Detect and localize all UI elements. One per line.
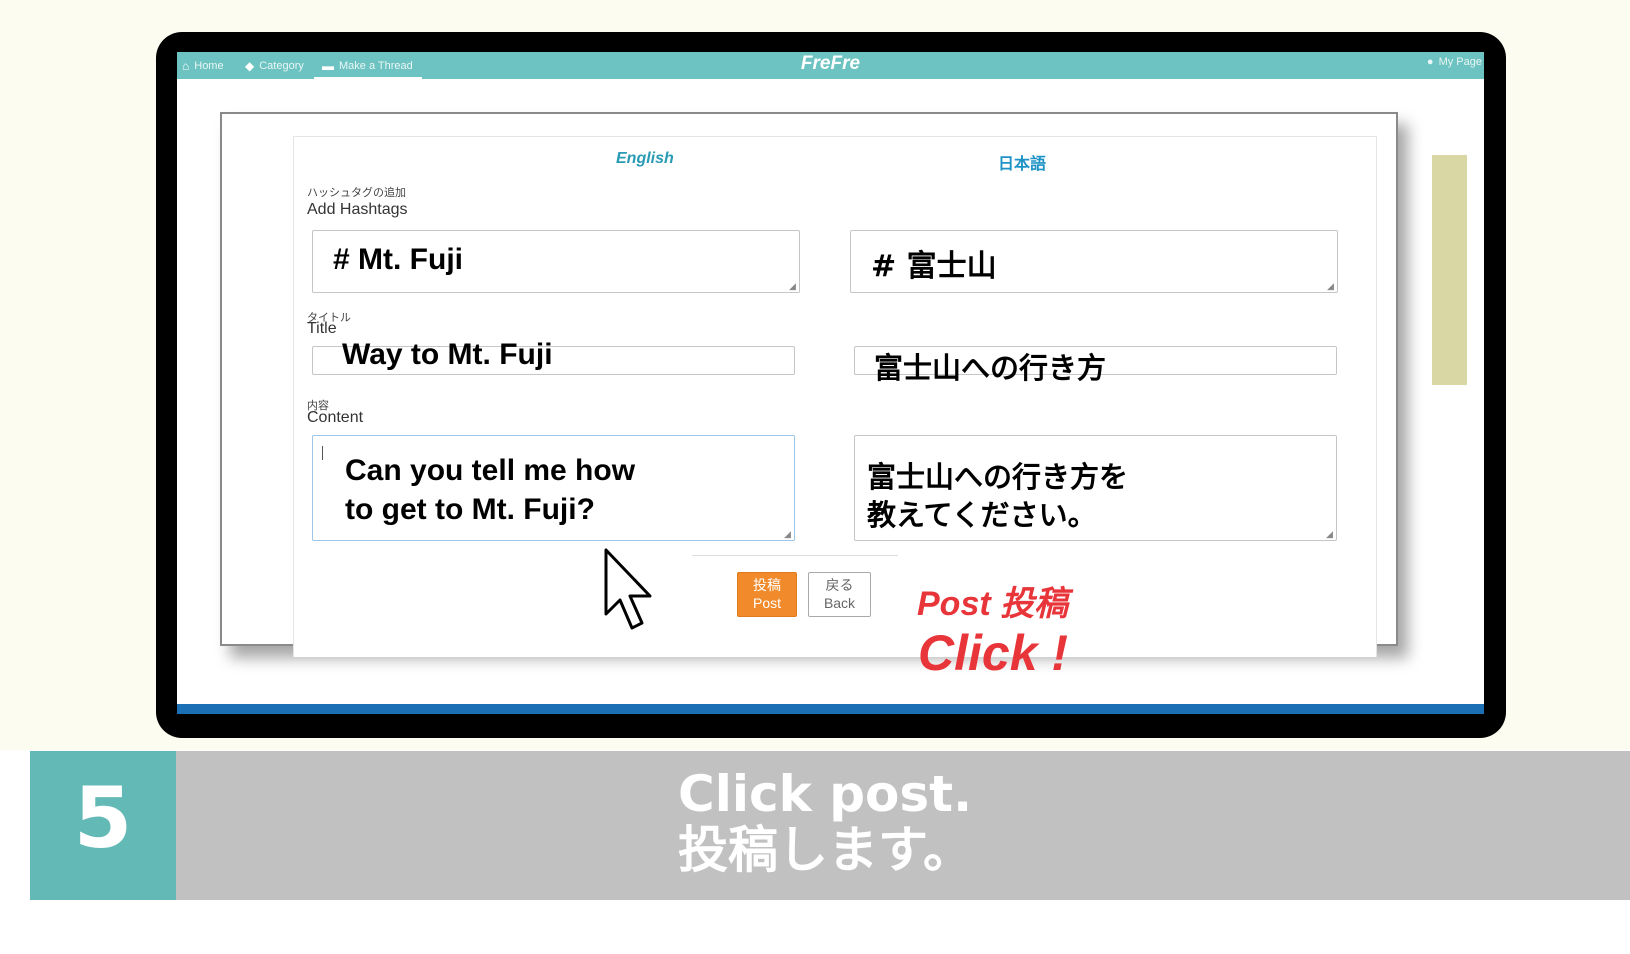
- step-number-box: 5: [30, 751, 176, 900]
- mouse-cursor-icon: [604, 548, 652, 630]
- active-tab-underline: [314, 77, 422, 79]
- nav-my-page-label: My Page: [1438, 56, 1482, 68]
- back-button-label: Back: [823, 595, 856, 611]
- resize-grip-icon[interactable]: ◢: [784, 530, 792, 539]
- footer-bar: [177, 704, 1484, 714]
- resize-grip-icon[interactable]: ◢: [1326, 530, 1334, 539]
- content-japanese-line2: 教えてください。: [867, 498, 1097, 532]
- user-icon: ●: [1426, 56, 1434, 68]
- content-textarea-japanese[interactable]: 富士山への行き方を 教えてください。 ◢: [854, 435, 1337, 541]
- nav-my-page[interactable]: ● My Page: [1427, 56, 1482, 68]
- hashtag-input-english[interactable]: # Mt. Fuji ◢: [312, 230, 800, 293]
- hashtag-input-japanese[interactable]: # 富士山 ◢: [850, 230, 1338, 293]
- step-instruction-line2: 投稿します。: [678, 821, 973, 879]
- hashtag-value-english: # Mt. Fuji: [333, 243, 463, 276]
- step-number: 5: [73, 769, 133, 867]
- resize-grip-icon[interactable]: ◢: [789, 282, 797, 291]
- hashtags-label-ja: ハッシュタグの追加: [307, 187, 406, 199]
- annotation-post: Post 投稿: [917, 585, 1069, 623]
- post-button[interactable]: 投稿 Post: [737, 572, 797, 617]
- content-label: Content: [307, 409, 364, 426]
- step-instruction: Click post. 投稿します。: [678, 766, 973, 878]
- step-instruction-line1: Click post.: [678, 765, 973, 823]
- post-button-label-ja: 投稿: [753, 577, 781, 593]
- decor-mark: [1436, 247, 1446, 265]
- back-button[interactable]: 戻る Back: [808, 572, 871, 617]
- text-caret: [322, 446, 323, 460]
- title-label: Title: [307, 320, 337, 337]
- resize-grip-icon[interactable]: ◢: [1327, 282, 1335, 291]
- top-nav-bar: ⌂ Home ◆ Category ▬ Make a Thread FreFre…: [177, 52, 1484, 79]
- brand-logo[interactable]: FreFre: [177, 53, 1484, 75]
- content-english-line2: to get to Mt. Fuji?: [345, 493, 595, 526]
- background-image-sliver: [1432, 155, 1467, 385]
- lang-english-header: English: [616, 150, 674, 167]
- lang-japanese-header: 日本語: [998, 156, 1047, 173]
- content-english-line1: Can you tell me how: [345, 454, 636, 487]
- title-value-english: Way to Mt. Fuji: [342, 338, 553, 371]
- content-textarea-english[interactable]: Can you tell me how to get to Mt. Fuji? …: [312, 435, 795, 541]
- annotation-click: Click !: [918, 625, 1069, 681]
- hashtag-value-japanese: # 富士山: [871, 249, 997, 284]
- post-button-label: Post: [752, 595, 781, 611]
- form-divider: [692, 555, 898, 556]
- back-button-label-ja: 戻る: [825, 577, 854, 593]
- hashtags-label: Add Hashtags: [307, 201, 408, 218]
- title-value-japanese: 富士山への行き方: [874, 351, 1107, 385]
- post-thread-modal: English 日本語 ハッシュタグの追加 Add Hashtags # Mt.…: [220, 112, 1398, 657]
- content-japanese-line1: 富士山への行き方を: [867, 460, 1129, 494]
- app-screen: ⌂ Home ◆ Category ▬ Make a Thread FreFre…: [177, 52, 1484, 714]
- tablet-frame: ⌂ Home ◆ Category ▬ Make a Thread FreFre…: [156, 32, 1506, 738]
